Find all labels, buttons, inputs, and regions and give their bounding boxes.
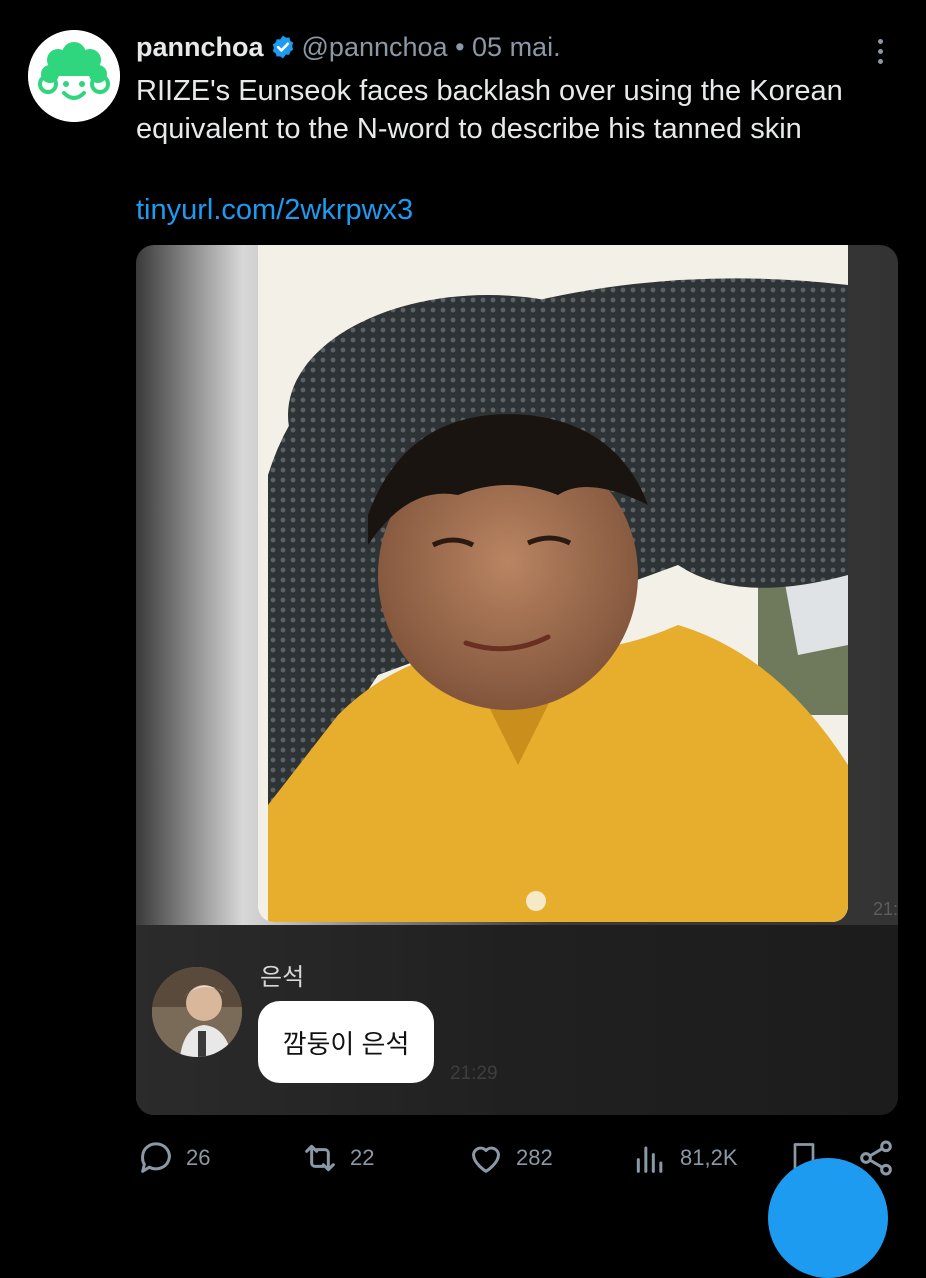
reply-icon [141, 1142, 171, 1173]
like-icon [472, 1146, 500, 1173]
repost-button[interactable]: 22 [300, 1138, 374, 1178]
separator-dot: • [455, 32, 465, 62]
display-name[interactable]: pannchoa [136, 32, 264, 62]
tweet-date[interactable]: 05 mai. [472, 32, 561, 62]
repost-count: 22 [350, 1145, 375, 1170]
pannchoa-logo-icon [28, 30, 120, 122]
like-count: 282 [516, 1145, 553, 1170]
tweet-text: RIIZE's Eunseok faces backlash over usin… [136, 75, 843, 145]
views-count: 81,2K [680, 1145, 738, 1170]
views-button[interactable]: 81,2K [630, 1138, 738, 1178]
verified-badge-icon [270, 34, 296, 68]
chat-sender-name: 은석 [260, 964, 305, 991]
chat-time-right: 21: [872, 899, 898, 919]
reply-count: 26 [186, 1145, 211, 1170]
tweet-header: pannchoa @pannchoa • 05 mai. [136, 30, 866, 68]
chat-message-bubble: 깜둥이 은석 [258, 1001, 434, 1083]
tweet-media[interactable]: 21: 은석 깜둥이 은석 21:29 [136, 245, 898, 1115]
author-avatar[interactable] [28, 30, 120, 122]
tweet-link[interactable]: tinyurl.com/2wkrpwx3 [136, 191, 413, 229]
handle[interactable]: @pannchoa [302, 32, 448, 62]
chat-avatar [152, 967, 242, 1057]
reply-button[interactable]: 26 [136, 1138, 210, 1178]
like-button[interactable]: 282 [466, 1138, 553, 1178]
repost-icon [305, 1144, 335, 1172]
chat-photo [258, 245, 848, 922]
views-icon [636, 1146, 663, 1173]
compose-fab-button[interactable] [768, 1158, 888, 1278]
more-icon[interactable] [868, 34, 892, 70]
chat-message-time: 21:29 [450, 1063, 498, 1084]
chat-background [136, 925, 898, 1115]
